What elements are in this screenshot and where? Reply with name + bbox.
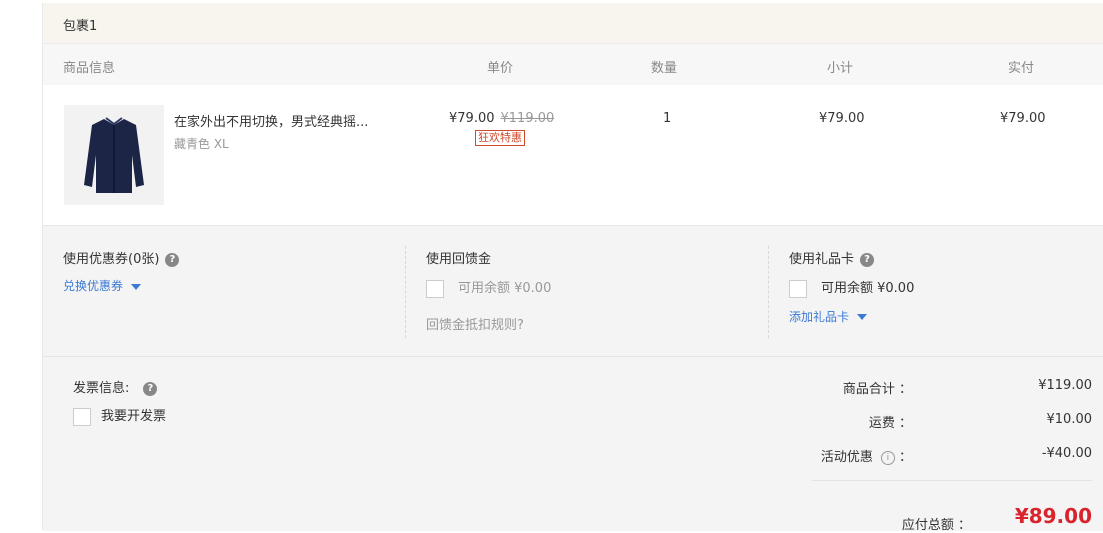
jacket-icon xyxy=(84,117,144,193)
discount-colon: ： xyxy=(898,450,912,465)
product-row: 在家外出不用切换，男式经典摇... 藏青色 XL ¥79.00 ¥119.00 狂… xyxy=(43,85,1103,225)
coupon-title: 使用优惠券(0张) xyxy=(63,252,160,267)
giftcard-box: 使用礼品卡? 可用余额 ¥0.00 添加礼品卡 xyxy=(789,248,914,325)
giftcard-header: 使用礼品卡? xyxy=(789,248,914,267)
rebate-box: 使用回馈金 可用余额 ¥0.00 回馈金抵扣规则? xyxy=(426,248,551,333)
help-icon[interactable]: ? xyxy=(860,252,875,267)
invoice-checkbox-label: 我要开发票 xyxy=(101,409,167,424)
discount-label-text: 活动优惠 xyxy=(820,450,873,465)
subtotal-value: ¥79.00 xyxy=(819,111,865,126)
order-panel: 包裹1 商品信息 单价 数量 小计 实付 在家外出不用切换，男式经典摇... 藏… xyxy=(42,3,1103,533)
discount-label: 活动优惠 i ： xyxy=(821,446,912,465)
add-giftcard-label: 添加礼品卡 xyxy=(789,309,850,324)
column-unit-price: 单价 xyxy=(487,61,514,76)
rebate-title: 使用回馈金 xyxy=(426,252,492,267)
rebate-balance: 可用余额 ¥0.00 xyxy=(458,281,552,296)
help-icon[interactable]: ? xyxy=(165,252,180,267)
invoice-option: 我要开发票 xyxy=(73,405,166,426)
column-header-row: 商品信息 单价 数量 小计 实付 xyxy=(43,44,1103,85)
product-name[interactable]: 在家外出不用切换，男式经典摇... xyxy=(174,111,394,130)
product-spec: 藏青色 XL xyxy=(174,137,229,151)
shipping-value: ¥10.00 xyxy=(1046,412,1093,427)
unit-price: ¥79.00 ¥119.00 xyxy=(449,111,554,126)
info-icon[interactable]: i xyxy=(880,450,895,465)
invoice-checkbox[interactable] xyxy=(73,407,91,426)
paid-value: ¥79.00 xyxy=(1000,111,1046,126)
summary-discount-row: 活动优惠 i ： -¥40.00 xyxy=(792,446,1092,466)
discount-value: -¥40.00 xyxy=(1041,446,1092,461)
total-value: ¥89.00 xyxy=(1014,504,1092,528)
goods-total-value: ¥119.00 xyxy=(1038,378,1092,393)
payment-options-section: 使用优惠券(0张)? 兑换优惠券 使用回馈金 可用余额 ¥0.00 回馈金抵扣规… xyxy=(43,225,1103,356)
coupon-header: 使用优惠券(0张)? xyxy=(63,248,180,267)
promo-badge: 狂欢特惠 xyxy=(475,130,525,146)
invoice-title: 发票信息: xyxy=(73,381,130,396)
divider xyxy=(405,246,406,338)
column-product-info: 商品信息 xyxy=(63,61,116,76)
original-price: ¥119.00 xyxy=(500,111,555,126)
invoice-summary-section: 发票信息:? 我要开发票 商品合计 ： ¥119.00 运费 ： ¥10.00 … xyxy=(43,356,1103,533)
product-thumbnail[interactable] xyxy=(64,105,164,205)
caret-down-icon xyxy=(857,314,868,320)
column-subtotal: 小计 xyxy=(827,61,854,76)
shipping-label: 运费 ： xyxy=(868,416,912,431)
current-price: ¥79.00 xyxy=(449,111,495,126)
quantity-value: 1 xyxy=(663,111,672,126)
column-paid: 实付 xyxy=(1008,61,1035,76)
coupon-box: 使用优惠券(0张)? 兑换优惠券 xyxy=(63,248,180,294)
summary-goods-row: 商品合计 ： ¥119.00 xyxy=(792,378,1092,398)
redeem-coupon-label: 兑换优惠券 xyxy=(63,279,124,293)
rebate-rule-link[interactable]: 回馈金抵扣规则? xyxy=(426,314,551,333)
summary-shipping-row: 运费 ： ¥10.00 xyxy=(792,412,1092,432)
column-quantity: 数量 xyxy=(651,61,678,76)
rebate-option: 可用余额 ¥0.00 xyxy=(426,277,551,298)
summary-divider xyxy=(812,480,1092,481)
giftcard-checkbox[interactable] xyxy=(789,279,807,298)
package-header: 包裹1 xyxy=(43,3,1103,44)
goods-total-label: 商品合计 ： xyxy=(842,382,912,397)
giftcard-balance: 可用余额 ¥0.00 xyxy=(821,281,915,296)
help-icon[interactable]: ? xyxy=(143,381,158,396)
caret-down-icon xyxy=(131,283,142,290)
rebate-checkbox[interactable] xyxy=(426,279,444,298)
giftcard-option: 可用余额 ¥0.00 xyxy=(789,277,914,298)
total-label: 应付总额 ： xyxy=(901,518,971,533)
divider xyxy=(768,246,769,338)
invoice-header: 发票信息:? xyxy=(73,377,158,396)
package-title: 包裹1 xyxy=(63,19,98,34)
redeem-coupon-link[interactable]: 兑换优惠券 xyxy=(63,277,179,294)
add-giftcard-link[interactable]: 添加礼品卡 xyxy=(789,308,914,325)
giftcard-title: 使用礼品卡 xyxy=(789,252,855,267)
